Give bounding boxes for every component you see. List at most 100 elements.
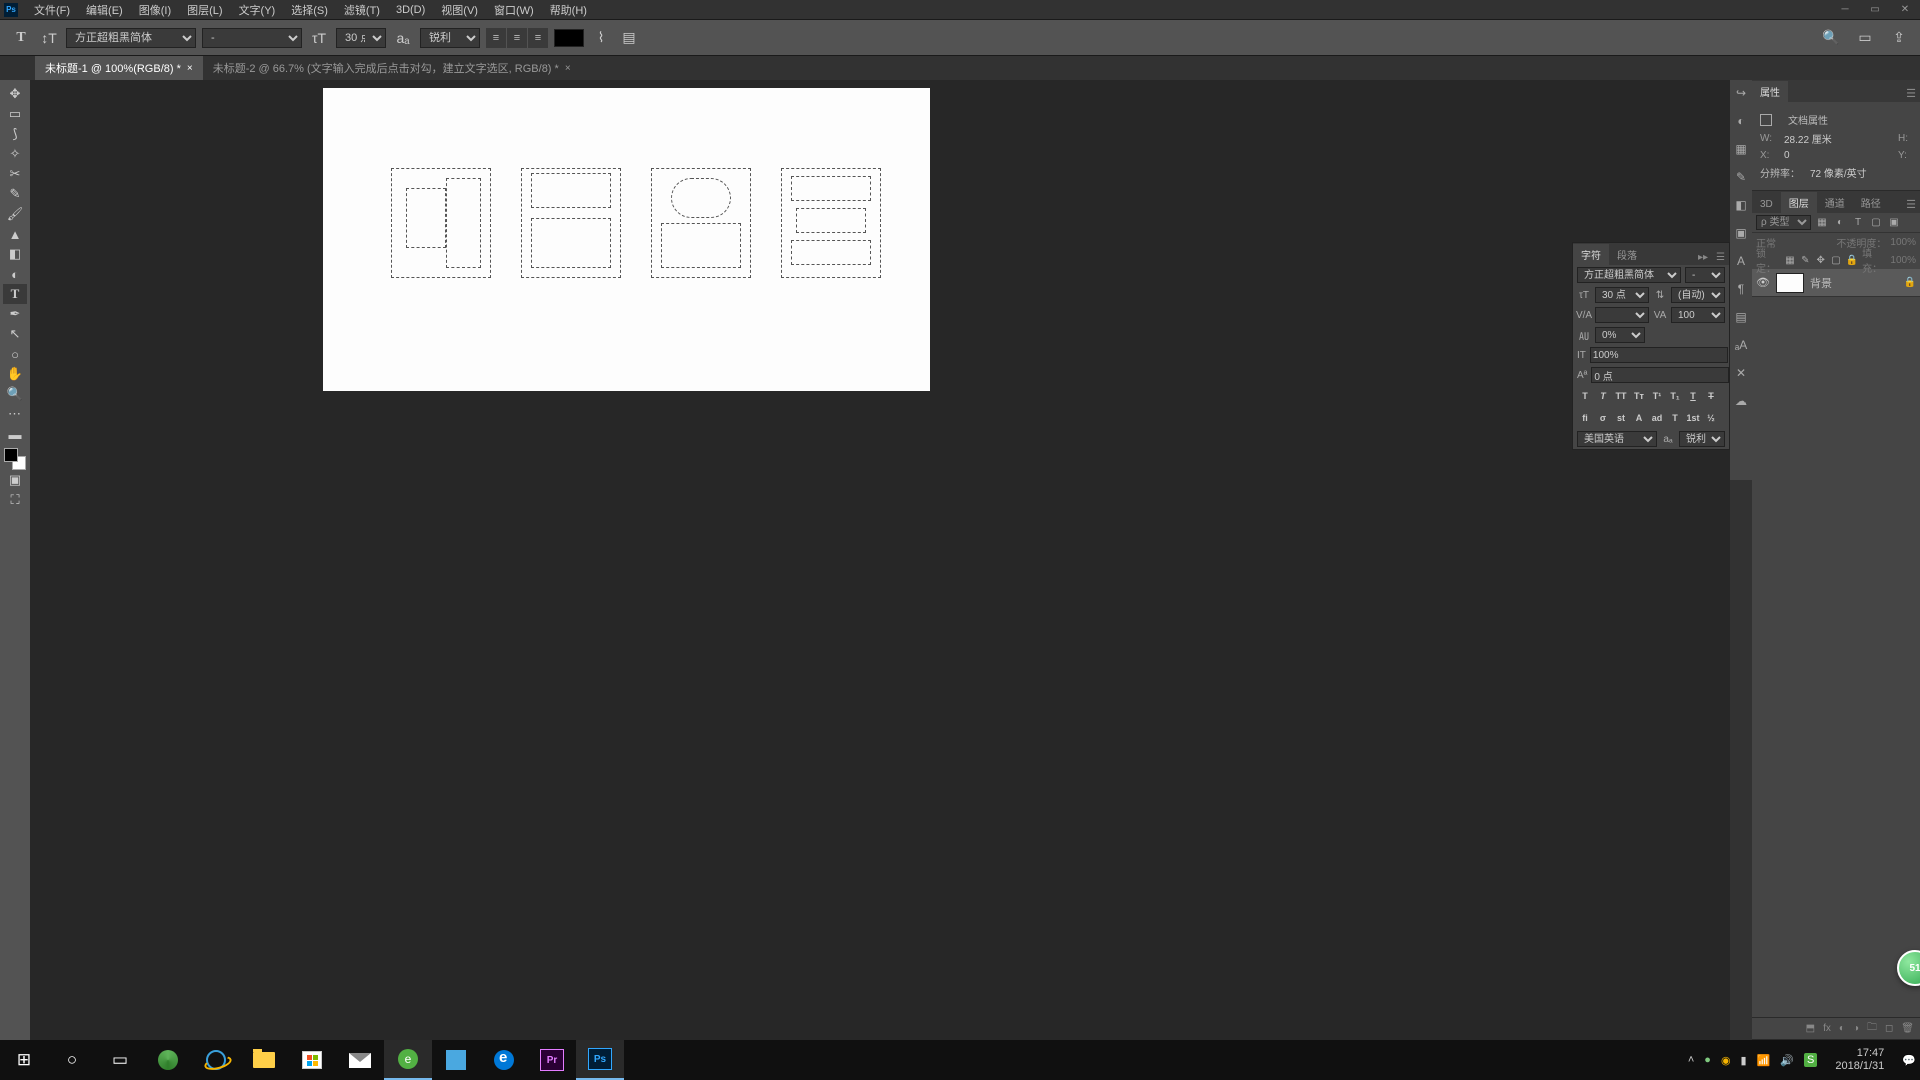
magic-wand-tool[interactable]: ✧: [3, 144, 27, 164]
filter-shape-icon[interactable]: ▢: [1869, 216, 1883, 230]
ie-icon[interactable]: [192, 1040, 240, 1080]
crossfade-icon[interactable]: ✕: [1732, 364, 1750, 382]
char-kerning-select[interactable]: [1595, 307, 1649, 323]
fx-icon[interactable]: fx: [1823, 1023, 1831, 1034]
tab-paths[interactable]: 路径: [1853, 192, 1889, 213]
char-style-select[interactable]: -: [1685, 267, 1725, 283]
search-icon[interactable]: 🔍: [1820, 27, 1842, 49]
foreground-color[interactable]: [4, 448, 18, 462]
menu-image[interactable]: 图像(I): [131, 0, 179, 20]
menu-file[interactable]: 文件(F): [26, 0, 78, 20]
layer-thumbnail[interactable]: [1776, 273, 1804, 293]
panel-collapse-icon[interactable]: ▸▸: [1694, 250, 1712, 265]
paragraph-strip-icon[interactable]: ¶: [1732, 280, 1750, 298]
lock-all-icon[interactable]: 🔒: [1846, 253, 1858, 267]
close-button[interactable]: ✕: [1890, 1, 1920, 19]
menu-view[interactable]: 视图(V): [433, 0, 486, 20]
taskbar-clock[interactable]: 17:47 2018/1/31: [1827, 1047, 1892, 1073]
minimize-button[interactable]: ─: [1830, 1, 1860, 19]
close-icon[interactable]: ×: [187, 63, 193, 74]
gradient-tool[interactable]: ◐: [3, 264, 27, 284]
lock-trans-icon[interactable]: ▦: [1784, 253, 1795, 267]
canvas[interactable]: [323, 88, 930, 391]
align-center-button[interactable]: ≡: [507, 28, 527, 48]
panels-toggle-icon[interactable]: ▤: [618, 27, 640, 49]
panel-menu-icon[interactable]: ☰: [1902, 196, 1920, 213]
oldstyle-button[interactable]: ½: [1703, 411, 1719, 425]
italic-button[interactable]: T: [1595, 389, 1611, 403]
menu-edit[interactable]: 编辑(E): [78, 0, 131, 20]
canvas-area[interactable]: [30, 80, 1730, 1040]
mail-icon[interactable]: [336, 1040, 384, 1080]
menu-3d[interactable]: 3D(D): [388, 2, 433, 18]
browser-360-icon[interactable]: [144, 1040, 192, 1080]
font-style-select[interactable]: -: [202, 28, 302, 48]
char-baseline-input[interactable]: [1591, 367, 1729, 383]
notifications-icon[interactable]: 💬: [1902, 1054, 1916, 1067]
char-tracking-select[interactable]: 100: [1671, 307, 1725, 323]
move-tool[interactable]: ✥: [3, 84, 27, 104]
brush-tool[interactable]: 🖌: [3, 204, 27, 224]
quickmask-tool[interactable]: ▣: [3, 470, 27, 490]
type-tool[interactable]: T: [3, 284, 27, 304]
app-green-icon[interactable]: e: [384, 1040, 432, 1080]
lock-pixel-icon[interactable]: ✎: [1800, 253, 1811, 267]
char-tsume-select[interactable]: 0%: [1595, 327, 1645, 343]
explorer-icon[interactable]: [240, 1040, 288, 1080]
doc-tab-2[interactable]: 未标题-2 @ 66.7% (文字输入完成后点击对勾，建立文字选区, RGB/8…: [203, 56, 581, 80]
adjustment-icon[interactable]: ◑: [1853, 1023, 1859, 1034]
lock-pos-icon[interactable]: ✥: [1815, 253, 1826, 267]
photoshop-icon[interactable]: Ps: [576, 1040, 624, 1080]
lasso-tool[interactable]: ⟆: [3, 124, 27, 144]
tray-volume-icon[interactable]: 🔊: [1780, 1054, 1794, 1067]
group-icon[interactable]: 🗀: [1867, 1020, 1877, 1037]
lock-icon[interactable]: 🔒: [1904, 277, 1916, 288]
para-styles-icon[interactable]: ₐA: [1732, 336, 1750, 354]
filter-pixel-icon[interactable]: ▦: [1815, 216, 1829, 230]
new-layer-icon[interactable]: ◻: [1885, 1023, 1893, 1034]
allcaps-button[interactable]: TT: [1613, 389, 1629, 403]
fg-bg-colors[interactable]: [4, 448, 26, 470]
bold-button[interactable]: T: [1577, 389, 1593, 403]
filter-smart-icon[interactable]: ▣: [1887, 216, 1901, 230]
artboard-icon[interactable]: ▭: [1854, 27, 1876, 49]
edge-icon[interactable]: [480, 1040, 528, 1080]
smallcaps-button[interactable]: Tᴛ: [1631, 389, 1647, 403]
tray-battery-icon[interactable]: ▮: [1741, 1054, 1747, 1067]
fraction-button[interactable]: 1st: [1685, 411, 1701, 425]
menu-type[interactable]: 文字(Y): [231, 0, 284, 20]
panel-menu-icon[interactable]: ☰: [1902, 85, 1920, 102]
character-strip-icon[interactable]: A: [1732, 252, 1750, 270]
ligature-button[interactable]: fi: [1577, 411, 1593, 425]
layer-kind-select[interactable]: ρ 类型: [1756, 215, 1811, 230]
menu-filter[interactable]: 滤镜(T): [336, 0, 388, 20]
close-icon[interactable]: ×: [565, 63, 571, 74]
styles-icon[interactable]: ▣: [1732, 224, 1750, 242]
tray-security-icon[interactable]: ●: [1704, 1054, 1711, 1066]
history-icon[interactable]: ↪: [1732, 84, 1750, 102]
layer-background[interactable]: 👁 背景 🔒: [1752, 269, 1920, 297]
tab-3d[interactable]: 3D: [1752, 196, 1781, 213]
edit-toolbar[interactable]: ⋯: [3, 404, 27, 424]
mask-icon[interactable]: ◐: [1839, 1023, 1845, 1034]
link-icon[interactable]: ⬒: [1806, 1023, 1815, 1034]
start-button[interactable]: ⊞: [0, 1040, 48, 1080]
char-leading-select[interactable]: (自动): [1671, 287, 1725, 303]
superscript-button[interactable]: T¹: [1649, 389, 1665, 403]
premiere-icon[interactable]: Pr: [528, 1040, 576, 1080]
tab-character[interactable]: 字符: [1573, 244, 1609, 265]
color-icon[interactable]: ◐: [1732, 112, 1750, 130]
store-icon[interactable]: [288, 1040, 336, 1080]
trash-icon[interactable]: 🗑: [1901, 1023, 1914, 1034]
orientation-toggle-icon[interactable]: ↕T: [38, 27, 60, 49]
taskview-button[interactable]: ▭: [96, 1040, 144, 1080]
zoom-tool[interactable]: 🔍: [3, 384, 27, 404]
contextual-button[interactable]: σ: [1595, 411, 1611, 425]
menu-window[interactable]: 窗口(W): [486, 0, 542, 20]
ordinal-button[interactable]: T: [1667, 411, 1683, 425]
underline-button[interactable]: T: [1685, 389, 1701, 403]
menu-select[interactable]: 选择(S): [283, 0, 336, 20]
lock-artboard-icon[interactable]: ▢: [1830, 253, 1841, 267]
tab-properties[interactable]: 属性: [1752, 81, 1788, 102]
maximize-button[interactable]: ▭: [1860, 1, 1890, 19]
